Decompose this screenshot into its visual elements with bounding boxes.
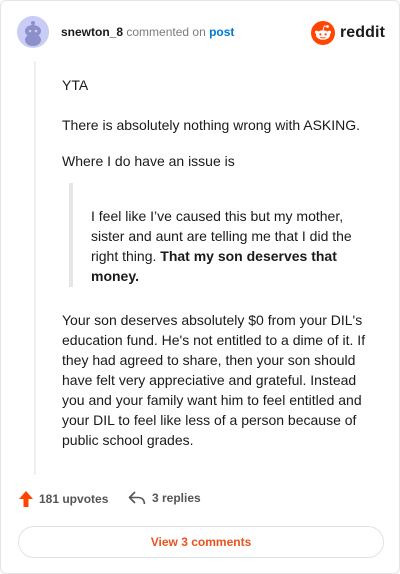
thread-line[interactable]: [34, 61, 36, 475]
upvote-arrow-icon: [19, 491, 33, 507]
brand-wordmark: reddit: [339, 24, 385, 41]
quote-text: I feel like I’ve caused this but my moth…: [91, 206, 359, 286]
comment-paragraph: Your son deserves absolutely $0 from you…: [62, 312, 366, 448]
comment-meta: snewton_8 commented on post: [61, 25, 234, 39]
post-link[interactable]: post: [209, 25, 234, 39]
blockquote: I feel like I’ve caused this but my moth…: [69, 183, 365, 287]
snoo-avatar-icon: [17, 16, 49, 48]
user-avatar[interactable]: [17, 16, 49, 48]
reply-button[interactable]: 3 replies: [128, 491, 201, 505]
comment-card: snewton_8 commented on post reddit YTA T…: [0, 0, 400, 574]
comment-body-continued: Your son deserves absolutely $0 from you…: [62, 310, 372, 450]
action-text: commented on: [126, 25, 206, 39]
comment-paragraph: Where I do have an issue is: [62, 153, 235, 169]
comment-paragraph: YTA: [62, 77, 89, 93]
comment-body: YTA There is absolutely nothing wrong wi…: [62, 75, 372, 171]
username-link[interactable]: snewton_8: [61, 25, 123, 39]
reddit-logo-icon: [310, 21, 335, 45]
reply-arrow-icon: [128, 491, 146, 505]
reply-count: 3 replies: [152, 491, 201, 505]
comment-header: snewton_8 commented on post reddit: [15, 15, 385, 51]
upvote-count: 181 upvotes: [39, 492, 109, 506]
comment-paragraph: There is absolutely nothing wrong with A…: [62, 117, 361, 133]
reddit-brand[interactable]: reddit: [310, 20, 385, 46]
upvote-button[interactable]: 181 upvotes: [19, 491, 108, 507]
view-comments-button[interactable]: View 3 comments: [18, 526, 384, 558]
